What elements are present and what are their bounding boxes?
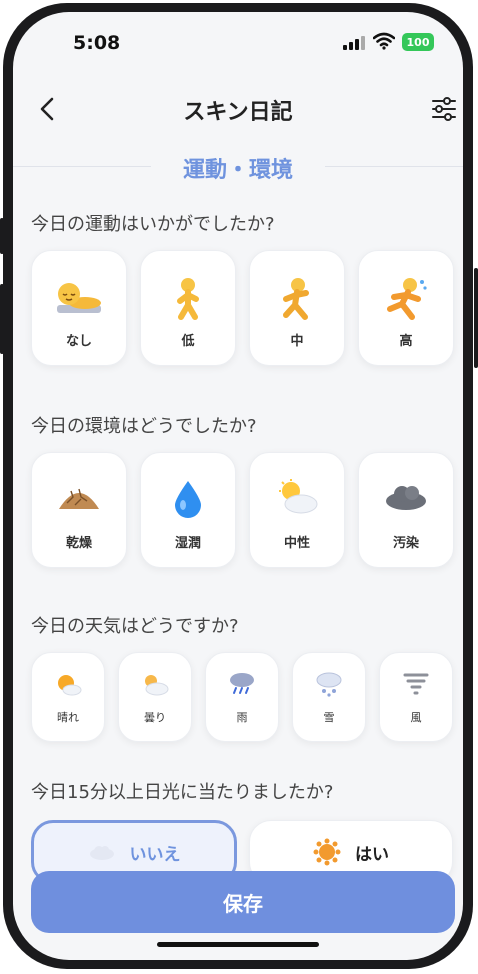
environment-question: 今日の環境はどうでしたか? <box>31 416 257 437</box>
sun-icon <box>313 838 341 866</box>
environment-option-dry[interactable]: 乾燥 <box>31 452 127 568</box>
side-button <box>0 218 4 254</box>
sunlight-yes-label: はい <box>355 844 389 865</box>
person-running-icon <box>387 278 427 320</box>
tornado-icon <box>403 673 429 695</box>
wifi-icon <box>373 32 395 50</box>
sun-behind-cloud-icon <box>279 479 318 514</box>
environment-option-label: 湿潤 <box>174 536 201 551</box>
environment-option-polluted[interactable]: 汚染 <box>358 452 454 568</box>
save-button[interactable]: 保存 <box>31 871 455 933</box>
cloud-icon <box>89 846 114 860</box>
app-screen: 5:08 100 スキン日記 運動・環境 今日の運動はいかがでしたか? なし 低… <box>13 12 463 960</box>
weather-option-snow[interactable]: 雪 <box>292 652 366 742</box>
environment-option-humid[interactable]: 湿潤 <box>140 452 236 568</box>
phone-frame: 5:08 100 スキン日記 運動・環境 今日の運動はいかがでしたか? なし 低… <box>3 3 473 969</box>
exercise-option-medium[interactable]: 中 <box>249 250 345 366</box>
cloudy-icon <box>145 675 169 696</box>
exercise-option-label: なし <box>65 334 92 349</box>
person-resting-icon <box>57 283 101 313</box>
weather-option-cloudy[interactable]: 曇り <box>118 652 192 742</box>
sunlight-question: 今日15分以上日光に当たりましたか? <box>31 782 334 803</box>
weather-option-label: 曇り <box>144 711 166 724</box>
exercise-option-high[interactable]: 高 <box>358 250 454 366</box>
rain-icon <box>230 673 254 694</box>
exercise-option-low[interactable]: 低 <box>140 250 236 366</box>
weather-option-rain[interactable]: 雨 <box>205 652 279 742</box>
home-indicator <box>157 942 319 947</box>
person-jogging-icon <box>283 278 309 320</box>
cellular-signal-icon <box>343 36 365 50</box>
page-title: スキン日記 <box>183 100 293 125</box>
environment-option-neutral[interactable]: 中性 <box>249 452 345 568</box>
section-title: 運動・環境 <box>182 158 293 183</box>
snow-icon <box>316 672 342 697</box>
sunlight-no-label: いいえ <box>129 844 181 865</box>
environment-option-label: 汚染 <box>392 536 419 551</box>
weather-option-wind[interactable]: 風 <box>379 652 453 742</box>
battery-icon: 100 <box>402 33 434 51</box>
weather-option-label: 雪 <box>323 711 335 724</box>
exercise-option-label: 低 <box>181 334 195 349</box>
person-walking-icon <box>177 278 199 320</box>
weather-option-label: 風 <box>410 711 422 724</box>
environment-option-label: 乾燥 <box>65 536 92 551</box>
side-button <box>0 284 4 354</box>
water-drop-icon <box>175 481 201 518</box>
weather-option-sunny[interactable]: 晴れ <box>31 652 105 742</box>
exercise-option-label: 高 <box>399 334 413 349</box>
exercise-question: 今日の運動はいかがでしたか? <box>31 214 275 235</box>
weather-option-label: 晴れ <box>57 711 79 724</box>
weather-question: 今日の天気はどうですか? <box>31 616 239 637</box>
exercise-option-label: 中 <box>290 334 304 349</box>
settings-sliders-icon[interactable] <box>431 96 457 122</box>
dry-land-icon <box>59 488 99 509</box>
exercise-option-none[interactable]: なし <box>31 250 127 366</box>
status-time: 5:08 <box>73 32 121 54</box>
side-button <box>474 268 478 368</box>
environment-option-label: 中性 <box>283 536 310 551</box>
weather-option-label: 雨 <box>236 711 248 724</box>
sunny-icon <box>58 675 82 696</box>
dark-cloud-icon <box>386 486 426 510</box>
